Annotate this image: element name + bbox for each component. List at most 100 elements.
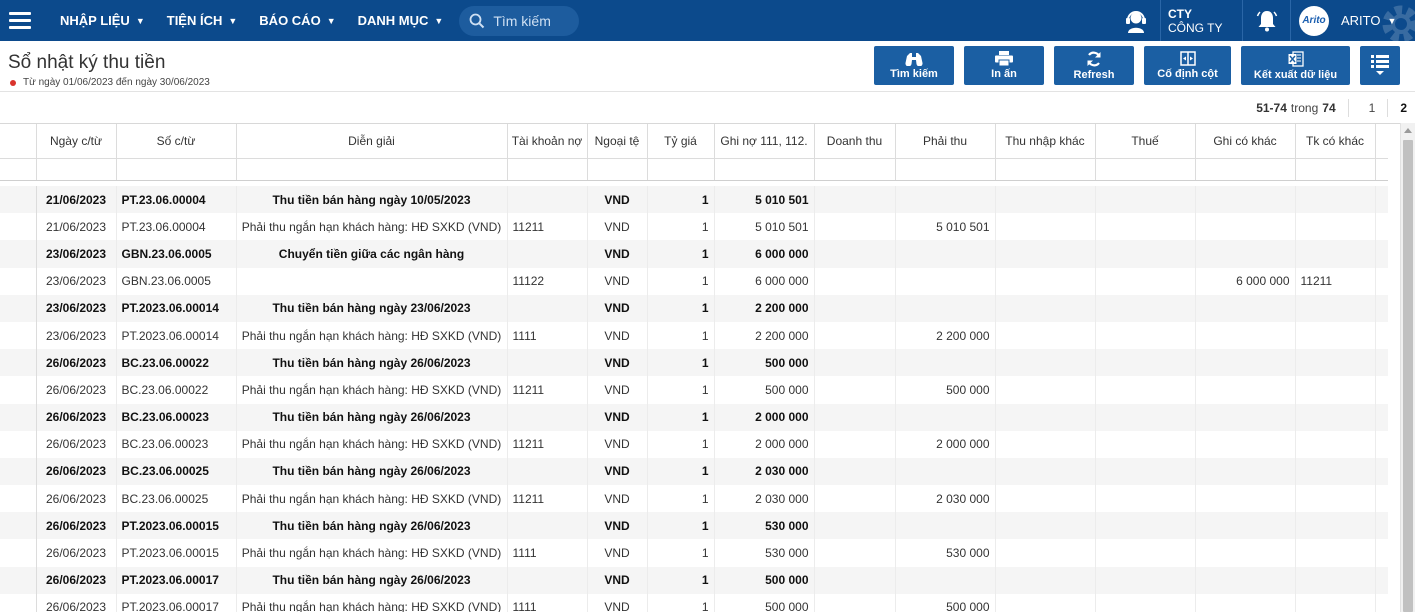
column-filter-input[interactable]: [895, 158, 996, 181]
table-row[interactable]: 26/06/2023 PT.2023.06.00015 Phải thu ngắn …: [0, 539, 1388, 567]
row-selector-cell[interactable]: [0, 430, 37, 458]
table-row[interactable]: 23/06/2023 GBN.23.06.0005 11122 VND 1 6 000 0…: [0, 267, 1388, 295]
table-row[interactable]: 26/06/2023 PT.2023.06.00015 Thu tiền bán h…: [0, 512, 1388, 540]
column-header[interactable]: Doanh thu: [814, 124, 896, 159]
table-row[interactable]: 21/06/2023 PT.23.06.00004 Thu tiền bán hàn…: [0, 186, 1388, 214]
scrollbar-thumb[interactable]: [1403, 140, 1413, 612]
table-row[interactable]: 21/06/2023 PT.23.06.00004 Phải thu ngắn hạ…: [0, 213, 1388, 241]
table-row[interactable]: 26/06/2023 BC.23.06.00023 Thu tiền bán hàn…: [0, 403, 1388, 431]
table-cell: 1: [647, 240, 715, 268]
fix-column-button[interactable]: Cố định cột: [1144, 46, 1231, 85]
column-header[interactable]: Số c/từ: [116, 124, 237, 159]
column-header[interactable]: Thuế: [1095, 124, 1196, 159]
table-cell: [814, 485, 896, 513]
support-button[interactable]: [1112, 0, 1160, 41]
table-cell: 23/06/2023: [36, 240, 117, 268]
column-filter-input[interactable]: [116, 158, 237, 181]
notifications-button[interactable]: [1242, 0, 1290, 41]
more-options-button[interactable]: [1360, 46, 1400, 85]
column-filter-input[interactable]: [995, 158, 1096, 181]
row-selector-cell[interactable]: [0, 485, 37, 513]
table-row[interactable]: 26/06/2023 BC.23.06.00022 Phải thu ngắn hạ…: [0, 376, 1388, 404]
table-cell: [1195, 321, 1296, 350]
row-selector-cell[interactable]: [0, 213, 37, 241]
column-filter-input[interactable]: [714, 158, 815, 181]
column-header[interactable]: Diễn giải: [236, 124, 508, 159]
column-filter-input[interactable]: [647, 158, 715, 181]
table-cell: [1195, 566, 1296, 594]
column-header[interactable]: Ngoại tệ: [587, 124, 648, 159]
row-selector-cell[interactable]: [0, 240, 37, 268]
table-row[interactable]: 26/06/2023 BC.23.06.00025 Thu tiền bán hàn…: [0, 457, 1388, 486]
search-button[interactable]: Tìm kiếm: [874, 46, 954, 85]
row-selector-cell[interactable]: [0, 512, 37, 540]
column-filter-input[interactable]: [1095, 158, 1196, 181]
nav-menu-bao-cao[interactable]: BÁO CÁO ▼: [248, 0, 346, 41]
row-selector-cell[interactable]: [0, 294, 37, 322]
column-header[interactable]: Ngày c/từ: [36, 124, 117, 159]
table-cell: [995, 240, 1096, 268]
page-link-2-current[interactable]: 2: [1400, 101, 1407, 115]
row-selector-cell[interactable]: [0, 593, 37, 612]
table-cell: [1195, 376, 1296, 404]
table-cell: 500 000: [714, 349, 815, 377]
column-header[interactable]: Ghi có khác: [1195, 124, 1296, 159]
row-selector-cell[interactable]: [0, 186, 37, 214]
table-row[interactable]: 26/06/2023 BC.23.06.00023 Phải thu ngắn hạ…: [0, 430, 1388, 458]
table-cell: [995, 457, 1096, 486]
column-filter-input[interactable]: [1295, 158, 1376, 181]
hamburger-menu-icon[interactable]: [0, 0, 40, 41]
table-cell: 500 000: [714, 566, 815, 594]
table-cell: [1195, 240, 1296, 268]
company-selector[interactable]: CTY CÔNG TY: [1160, 0, 1242, 41]
print-button[interactable]: In ấn: [964, 46, 1044, 85]
page-link-1[interactable]: 1: [1369, 101, 1376, 115]
table-cell: [1295, 566, 1376, 594]
column-filter-input[interactable]: [236, 158, 508, 181]
company-name: CÔNG TY: [1168, 20, 1223, 35]
table-row[interactable]: 26/06/2023 BC.23.06.00022 Thu tiền bán hàn…: [0, 349, 1388, 377]
column-header[interactable]: Tk có khác: [1295, 124, 1376, 159]
table-cell: [995, 294, 1096, 322]
table-cell: [814, 213, 896, 241]
column-filter-input[interactable]: [587, 158, 648, 181]
column-header[interactable]: Phải thu: [895, 124, 996, 159]
global-search-input[interactable]: Tìm kiếm: [459, 5, 580, 36]
column-header[interactable]: Tỷ giá: [647, 124, 715, 159]
row-selector-cell[interactable]: [0, 376, 37, 404]
row-selector-cell[interactable]: [0, 321, 37, 350]
column-filter-input[interactable]: [507, 158, 588, 181]
columns-icon: [1179, 51, 1196, 66]
scroll-up-icon[interactable]: [1404, 128, 1412, 133]
column-filter-input[interactable]: [36, 158, 117, 181]
nav-menu-tien-ich[interactable]: TIỆN ÍCH ▼: [156, 0, 249, 41]
table-cell: [1295, 485, 1376, 513]
refresh-button[interactable]: Refresh: [1054, 46, 1134, 85]
row-selector-cell[interactable]: [0, 566, 37, 594]
user-menu[interactable]: Arito ARITO ▼: [1290, 0, 1415, 41]
nav-menu-danh-muc[interactable]: DANH MỤC ▼: [347, 0, 455, 41]
table-row[interactable]: 26/06/2023 PT.2023.06.00017 Thu tiền bán h…: [0, 566, 1388, 594]
table-row[interactable]: 26/06/2023 PT.2023.06.00017 Phải thu ngắn …: [0, 593, 1388, 612]
row-selector-cell[interactable]: [0, 539, 37, 567]
nav-menu-nhap-lieu[interactable]: NHẬP LIỆU ▼: [49, 0, 156, 41]
column-filter-input[interactable]: [1195, 158, 1296, 181]
row-selector-cell[interactable]: [0, 403, 37, 431]
table-row[interactable]: 23/06/2023 PT.2023.06.00014 Phải thu ngắn …: [0, 321, 1388, 350]
row-selector-cell[interactable]: [0, 349, 37, 377]
pager-of: trong: [1290, 101, 1319, 115]
table-row[interactable]: 23/06/2023 PT.2023.06.00014 Thu tiền bán h…: [0, 294, 1388, 322]
table-row[interactable]: 23/06/2023 GBN.23.06.0005 Chuyển tiền giữa…: [0, 240, 1388, 268]
table-row[interactable]: 26/06/2023 BC.23.06.00025 Phải thu ngắn hạ…: [0, 485, 1388, 513]
row-pad-cell: [1375, 512, 1388, 540]
table-cell: 26/06/2023: [36, 593, 117, 612]
column-header[interactable]: Thu nhập khác: [995, 124, 1096, 159]
gear-icon: [1382, 5, 1415, 41]
column-header[interactable]: Ghi nợ 111, 112.: [714, 124, 815, 159]
column-header[interactable]: Tài khoản nợ: [507, 124, 588, 159]
export-button[interactable]: Kết xuất dữ liệu: [1241, 46, 1350, 85]
row-selector-cell[interactable]: [0, 267, 37, 295]
column-filter-input[interactable]: [814, 158, 896, 181]
vertical-scrollbar[interactable]: [1400, 123, 1415, 612]
row-selector-cell[interactable]: [0, 457, 37, 486]
